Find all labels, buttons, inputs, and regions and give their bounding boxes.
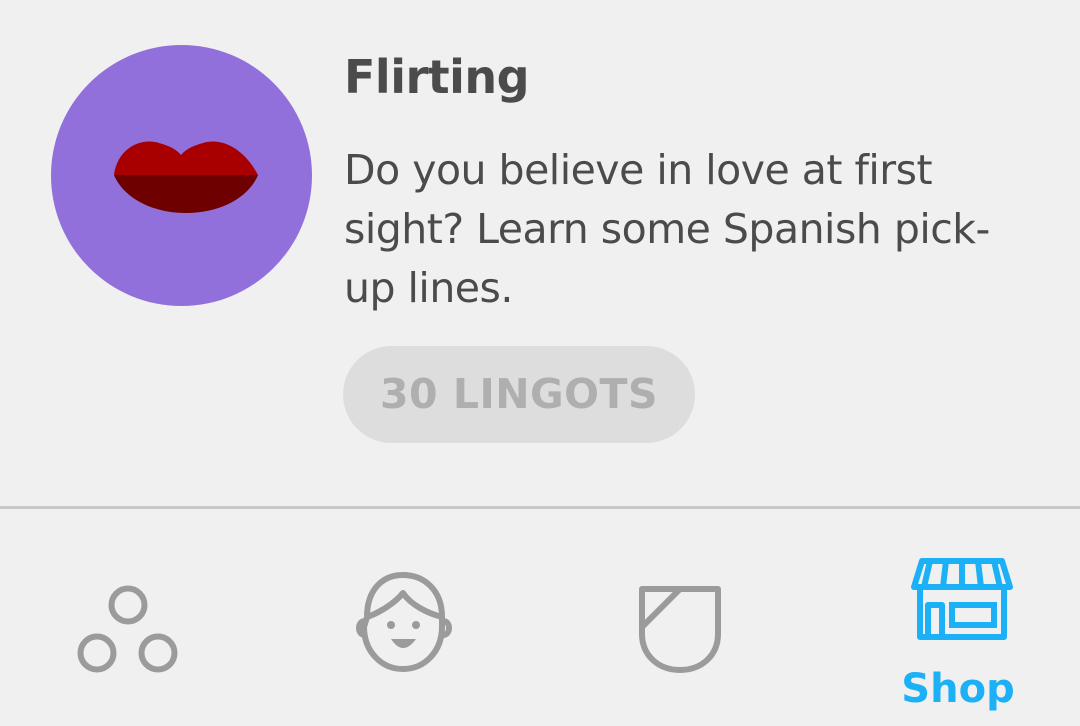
tab-shop-label: Shop: [901, 666, 1015, 712]
circles-icon: [77, 585, 178, 673]
item-description: Do you believe in love at first sight? L…: [344, 146, 990, 312]
shop-screen: Flirting Do you believe in love at first…: [0, 0, 1080, 726]
tab-shop[interactable]: Shop: [858, 509, 1058, 726]
shield-icon: [639, 586, 721, 673]
face-icon: [356, 572, 452, 672]
buy-button[interactable]: 30 LINGOTS: [343, 346, 695, 443]
tab-profile[interactable]: [303, 509, 503, 726]
tab-league[interactable]: [580, 509, 780, 726]
tab-learn[interactable]: [28, 509, 228, 726]
shop-item-flirting: Flirting Do you believe in love at first…: [0, 0, 1080, 506]
bottom-tab-bar: Shop: [0, 509, 1080, 726]
item-title: Flirting: [344, 50, 530, 104]
lips-icon: [51, 45, 312, 306]
